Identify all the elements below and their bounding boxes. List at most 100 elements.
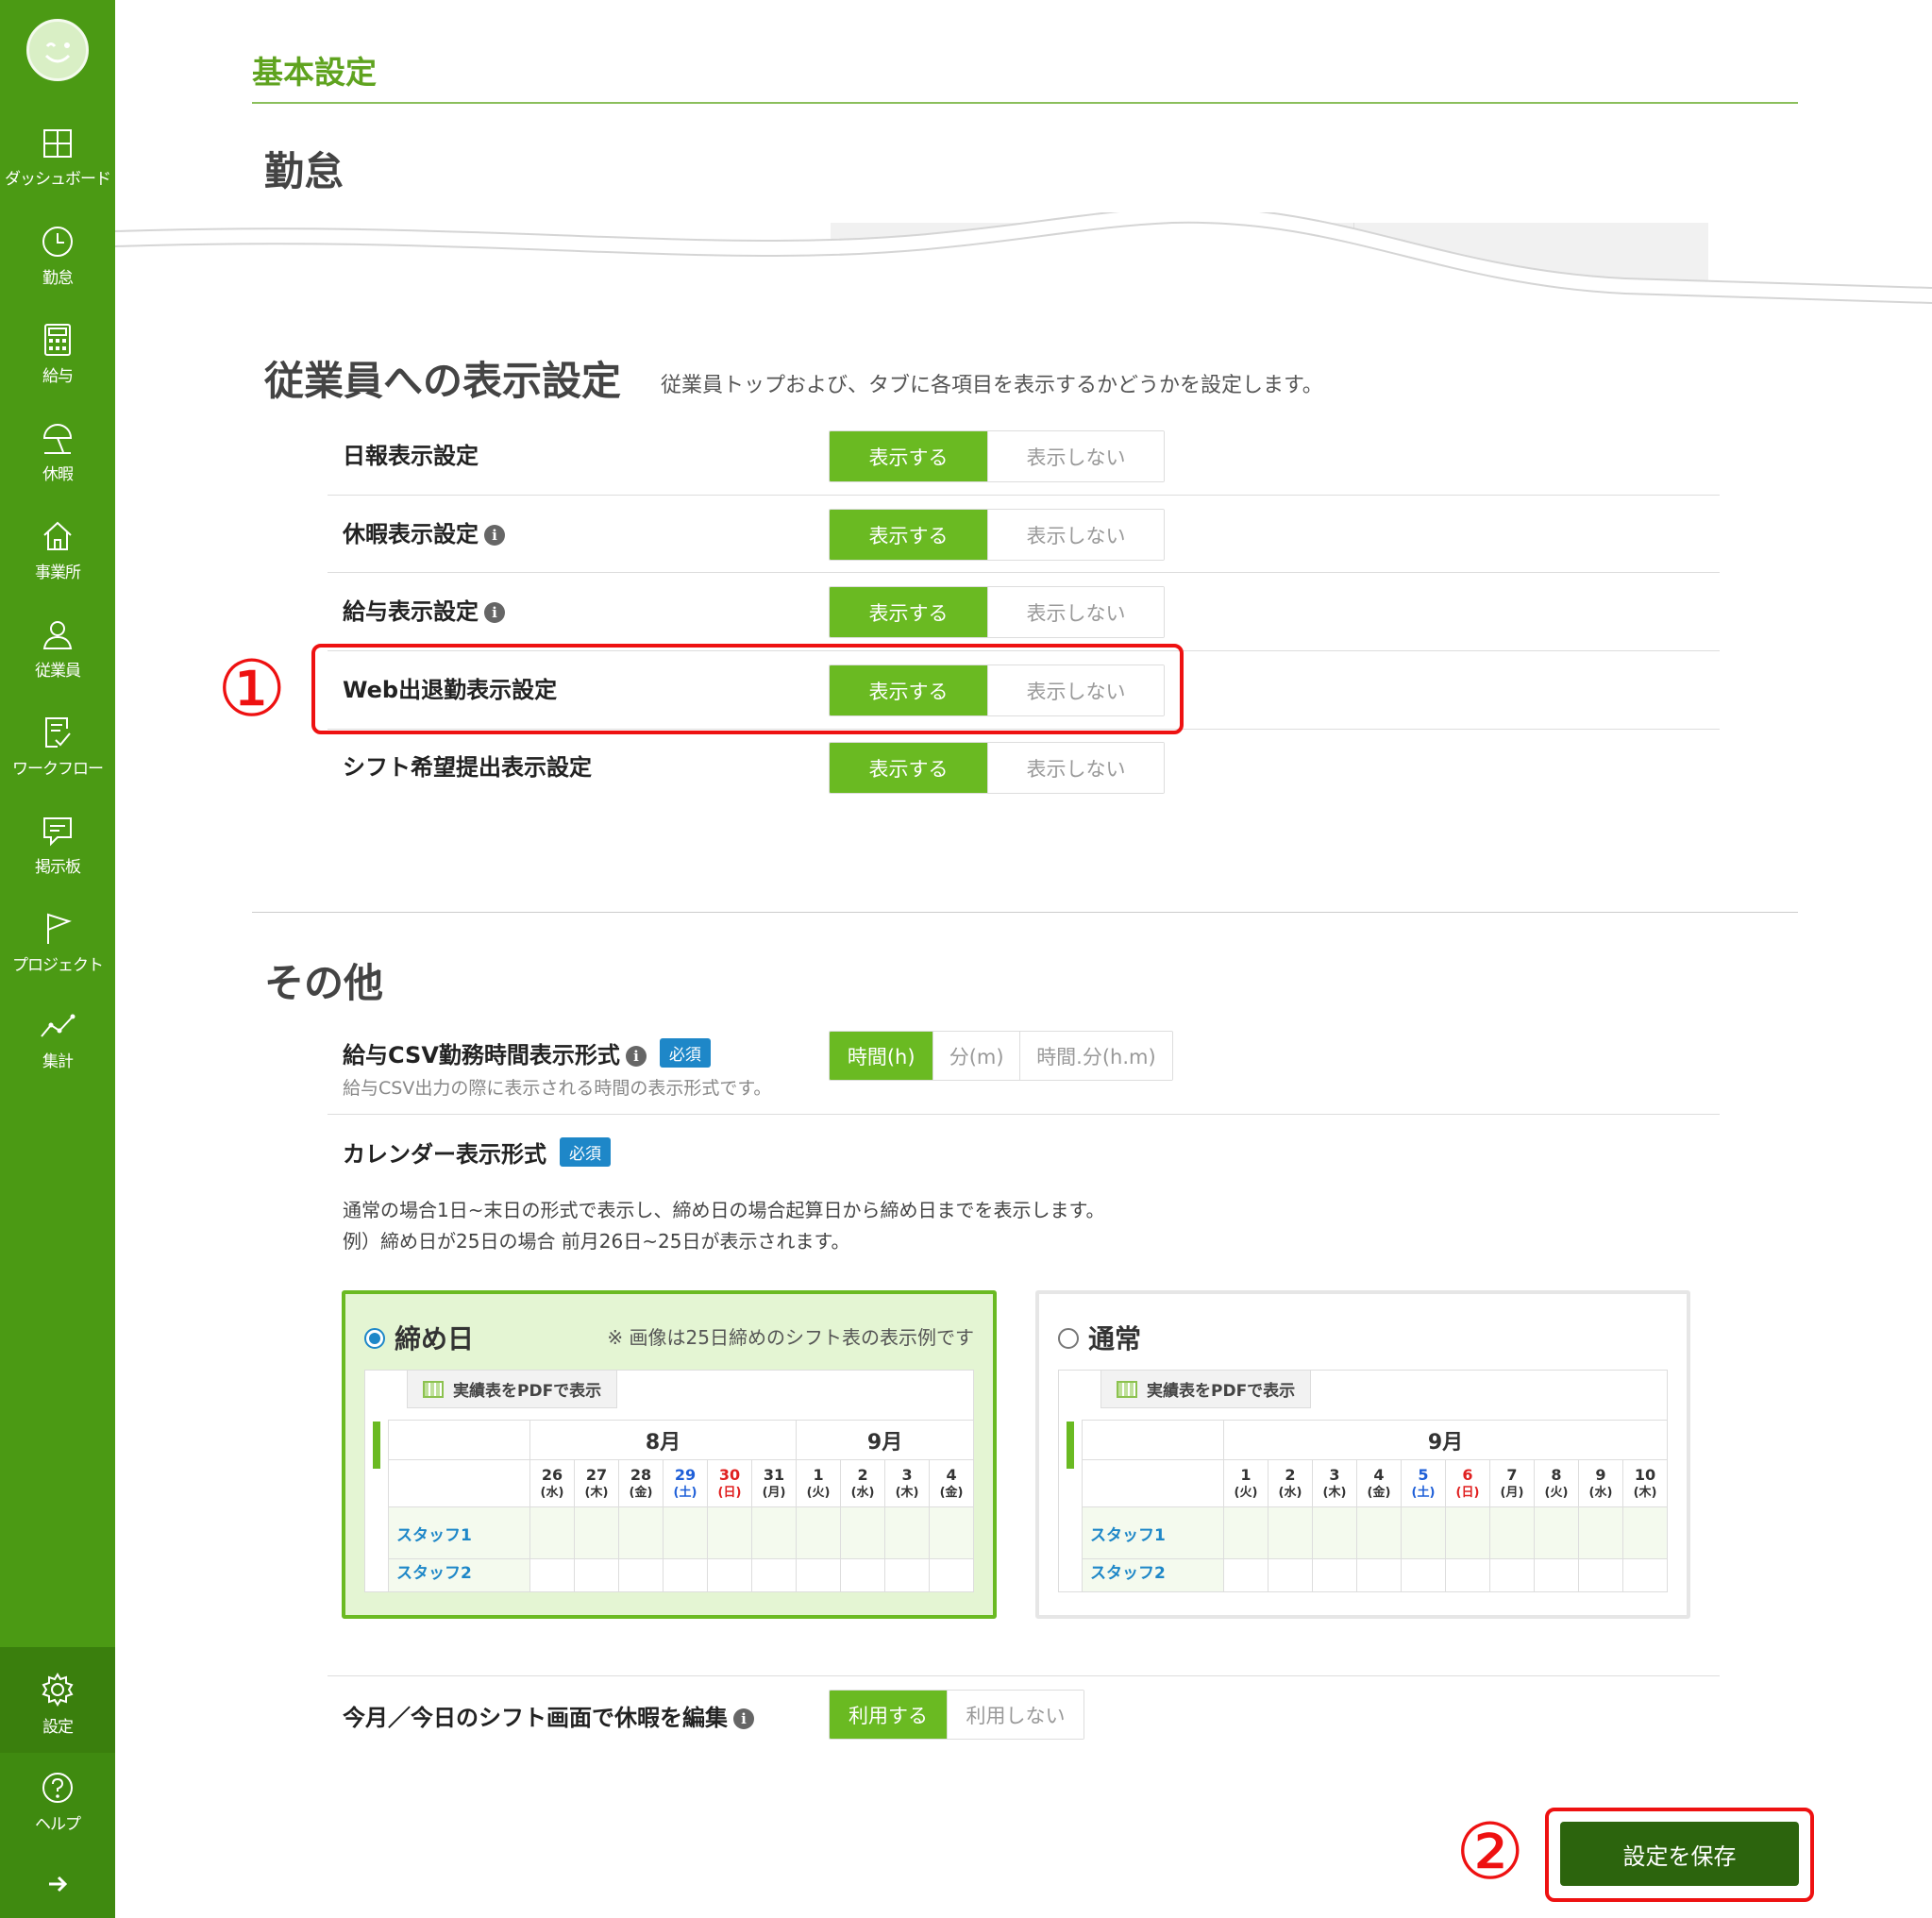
shift-cell — [1534, 1558, 1579, 1591]
table-icon — [1117, 1380, 1137, 1398]
sidebar-item-label: ヘルプ — [35, 1815, 81, 1834]
calendar-format-label: カレンダー表示形式 必須 — [343, 1136, 611, 1169]
table-row: スタッフ1 — [1082, 1506, 1667, 1559]
shift-cell — [1489, 1558, 1535, 1591]
hide-option[interactable]: 表示しない — [987, 510, 1164, 560]
sidebar-item-office[interactable]: 事業所 — [0, 519, 115, 614]
hours-minutes-option[interactable]: 時間.分(h.m) — [1018, 1032, 1172, 1080]
minutes-option[interactable]: 分(m) — [932, 1032, 1019, 1080]
month-cell: 8月 — [529, 1420, 798, 1460]
dashboard-icon — [43, 129, 72, 158]
day-cell: 3 (木) — [1312, 1459, 1357, 1507]
main-content: 基本設定 勤怠 日 月 火 水 従業員への表示設定 従業員トップおよび、タブに各… — [115, 0, 1932, 1918]
shift-cell — [750, 1558, 798, 1591]
shift-cell — [1312, 1558, 1357, 1591]
closing-date-option[interactable]: 締め日 — [364, 1319, 474, 1356]
weekday-label: (火) — [806, 1485, 831, 1500]
calendar-format-description: 通常の場合1日~末日の形式で表示し、締め日の場合起算日から締め日までを表示します… — [343, 1199, 1105, 1253]
sidebar-divider — [0, 1647, 115, 1655]
info-icon[interactable]: i — [625, 1046, 647, 1067]
shift-cell — [796, 1558, 842, 1591]
sidebar-item-stats[interactable]: 集計 — [0, 1010, 115, 1104]
day-cell: 31 (月) — [750, 1459, 798, 1507]
sidebar-item-workflow[interactable]: ワークフロー — [0, 715, 115, 810]
day-number: 28 — [630, 1465, 652, 1484]
hours-option[interactable]: 時間(h) — [830, 1032, 933, 1080]
shift-cell — [707, 1558, 752, 1591]
day-cell: 30 (日) — [707, 1459, 752, 1507]
payroll-toggle: 表示する 表示しない — [829, 586, 1165, 638]
shift-cell — [618, 1506, 664, 1559]
weekday-label: (水) — [540, 1485, 564, 1500]
sidebar-item-board[interactable]: 掲示板 — [0, 814, 115, 908]
flag-icon — [47, 913, 72, 944]
hide-option[interactable]: 表示しない — [987, 431, 1164, 481]
info-icon[interactable]: i — [484, 525, 505, 546]
row-divider — [328, 1675, 1720, 1676]
show-option[interactable]: 表示する — [830, 431, 988, 481]
daily-report-setting-label: 日報表示設定 — [343, 443, 479, 469]
weekday-label: (土) — [673, 1485, 697, 1500]
day-number: 31 — [763, 1465, 785, 1484]
show-option[interactable]: 表示する — [830, 587, 988, 637]
weekday-label: (日) — [717, 1485, 742, 1500]
normal-option[interactable]: 通常 — [1058, 1319, 1141, 1356]
day-number: 7 — [1506, 1465, 1518, 1484]
use-option[interactable]: 利用する — [830, 1691, 948, 1739]
day-number: 2 — [857, 1465, 868, 1484]
day-row: 1 (火) 2 (水) 3 (木) 4 (金) 5 (土) 6 (日) 7 (月) 8 (火) 9 (水) 10 (木… — [1082, 1459, 1667, 1507]
sidebar-expand-button[interactable] — [0, 1872, 115, 1900]
shift-cell — [1401, 1506, 1446, 1559]
day-cell: 1 (火) — [796, 1459, 842, 1507]
day-cell: 1 (火) — [1223, 1459, 1268, 1507]
sidebar-item-label: 集計 — [42, 1052, 74, 1071]
shift-cell — [929, 1506, 973, 1559]
sidebar-item-label: 給与 — [42, 367, 74, 386]
shift-cell — [1621, 1506, 1667, 1559]
sidebar-item-help[interactable]: ヘルプ — [0, 1771, 115, 1865]
month-row: 9月 — [1082, 1420, 1667, 1460]
day-cell: 8 (火) — [1534, 1459, 1579, 1507]
show-option[interactable]: 表示する — [830, 743, 988, 793]
hide-option[interactable]: 表示しない — [987, 587, 1164, 637]
gear-icon — [42, 1673, 74, 1707]
sidebar-item-label: ワークフロー — [12, 760, 104, 779]
show-option[interactable]: 表示する — [830, 510, 988, 560]
shift-table-preview: 8月 9月 26 (水) 27 (木) 28 (金) 29 (土) 30 (日) 31 (月) 1 (火)… — [388, 1420, 973, 1591]
info-icon[interactable]: i — [484, 602, 505, 623]
annotation-marker-1: ① — [217, 645, 287, 734]
day-cell: 2 (水) — [1268, 1459, 1313, 1507]
hide-option[interactable]: 表示しない — [987, 743, 1164, 793]
staff-name: スタッフ1 — [1082, 1506, 1224, 1559]
shift-cell — [1578, 1506, 1623, 1559]
day-cell: 3 (木) — [884, 1459, 931, 1507]
day-number: 4 — [1373, 1465, 1385, 1484]
attendance-section-title: 勤怠 — [264, 148, 344, 194]
smiley-logo-icon[interactable] — [26, 19, 89, 81]
sidebar-item-employees[interactable]: 従業員 — [0, 617, 115, 712]
info-icon[interactable]: i — [733, 1708, 754, 1729]
sidebar-item-project[interactable]: プロジェクト — [0, 912, 115, 1006]
sidebar-item-label: 休暇 — [42, 465, 74, 484]
closing-date-radio[interactable] — [364, 1328, 385, 1349]
shift-cell — [529, 1506, 575, 1559]
required-badge: 必須 — [659, 1038, 711, 1068]
daily-report-toggle: 表示する 表示しない — [829, 430, 1165, 482]
sidebar-item-attendance[interactable]: 勤怠 — [0, 225, 115, 319]
weekday-label: (土) — [1411, 1485, 1436, 1500]
leave-toggle: 表示する 表示しない — [829, 509, 1165, 561]
csv-format-toggle: 時間(h) 分(m) 時間.分(h.m) — [829, 1031, 1173, 1081]
sidebar-item-payroll[interactable]: 給与 — [0, 323, 115, 417]
closing-date-card[interactable]: 締め日 ※ 画像は25日締めのシフト表の表示例です 実績表をPDFで表示 8月 … — [342, 1290, 997, 1619]
weekday-label: (金) — [1367, 1485, 1391, 1500]
day-number: 27 — [585, 1465, 608, 1484]
sidebar-item-dashboard[interactable]: ダッシュボード — [0, 127, 115, 222]
sidebar-item-leave[interactable]: 休暇 — [0, 421, 115, 515]
sidebar-item-settings[interactable]: 設定 — [0, 1655, 115, 1753]
normal-card[interactable]: 通常 実績表をPDFで表示 9月 1 (火) 2 (水) 3 (木) 4 (金) 5 (土) 6 (日… — [1035, 1290, 1690, 1619]
sidebar-item-label: 設定 — [42, 1718, 74, 1737]
not-use-option[interactable]: 利用しない — [947, 1691, 1084, 1739]
day-number: 5 — [1418, 1465, 1429, 1484]
day-cell: 2 (水) — [840, 1459, 886, 1507]
normal-radio[interactable] — [1058, 1328, 1079, 1349]
